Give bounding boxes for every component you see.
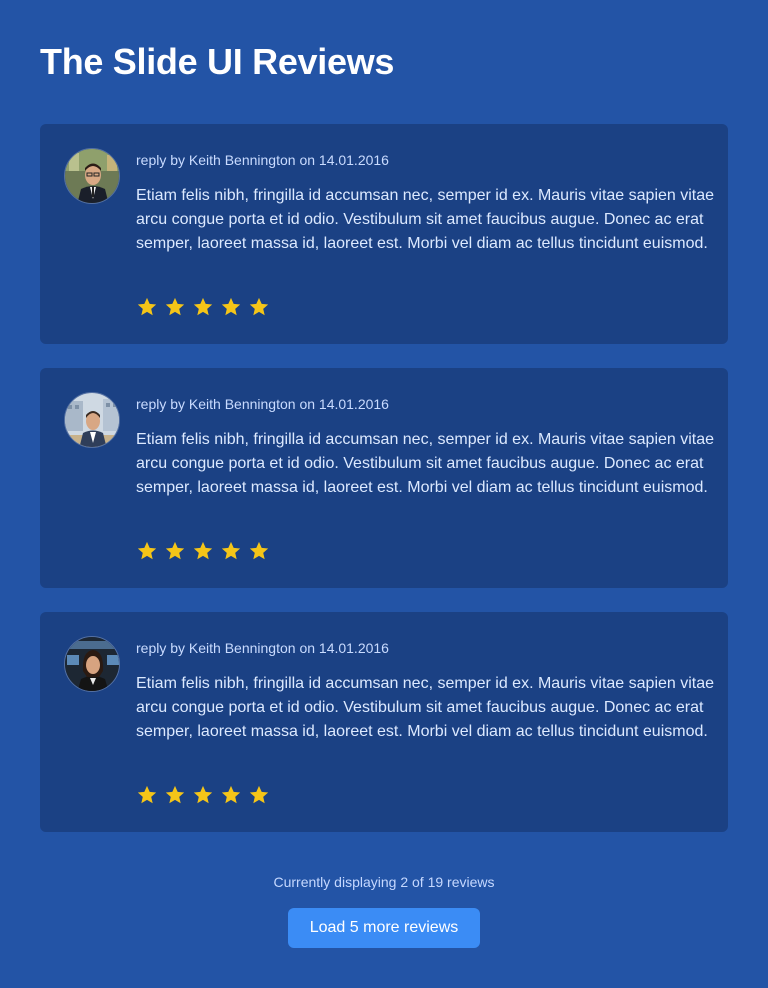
star-icon (220, 784, 242, 806)
man-building-portrait-icon (65, 393, 119, 447)
star-icon (136, 540, 158, 562)
star-icon (164, 784, 186, 806)
review-byline: reply by Keith Bennington on 14.01.2016 (136, 152, 389, 168)
star-icon (164, 540, 186, 562)
star-icon (164, 296, 186, 318)
woman-office-portrait-icon (65, 637, 119, 691)
star-icon (248, 296, 270, 318)
review-count-status: Currently displaying 2 of 19 reviews (273, 874, 495, 890)
star-icon (248, 784, 270, 806)
review-text: Etiam felis nibh, fringilla id accumsan … (136, 187, 715, 252)
star-rating (136, 540, 270, 562)
star-icon (136, 784, 158, 806)
avatar (64, 148, 120, 204)
man-suit-portrait-icon (65, 149, 119, 203)
review-byline: reply by Keith Bennington on 14.01.2016 (136, 396, 389, 412)
review-card: reply by Keith Bennington on 14.01.2016 … (40, 612, 728, 832)
star-icon (192, 540, 214, 562)
star-icon (192, 296, 214, 318)
review-byline: reply by Keith Bennington on 14.01.2016 (136, 640, 389, 656)
review-list: reply by Keith Bennington on 14.01.2016 … (40, 124, 728, 856)
star-rating (136, 784, 270, 806)
star-icon (136, 296, 158, 318)
review-card: reply by Keith Bennington on 14.01.2016 … (40, 368, 728, 588)
avatar (64, 392, 120, 448)
star-icon (220, 296, 242, 318)
star-rating (136, 296, 270, 318)
review-text: Etiam felis nibh, fringilla id accumsan … (136, 675, 715, 740)
star-icon (220, 540, 242, 562)
review-text: Etiam felis nibh, fringilla id accumsan … (136, 431, 715, 496)
load-more-reviews-button[interactable]: Load 5 more reviews (288, 908, 480, 948)
star-icon (248, 540, 270, 562)
reviews-page: The Slide UI Reviews reply by Keith Benn… (0, 0, 768, 988)
review-card: reply by Keith Bennington on 14.01.2016 … (40, 124, 728, 344)
star-icon (192, 784, 214, 806)
avatar (64, 636, 120, 692)
page-title: The Slide UI Reviews (40, 41, 395, 82)
